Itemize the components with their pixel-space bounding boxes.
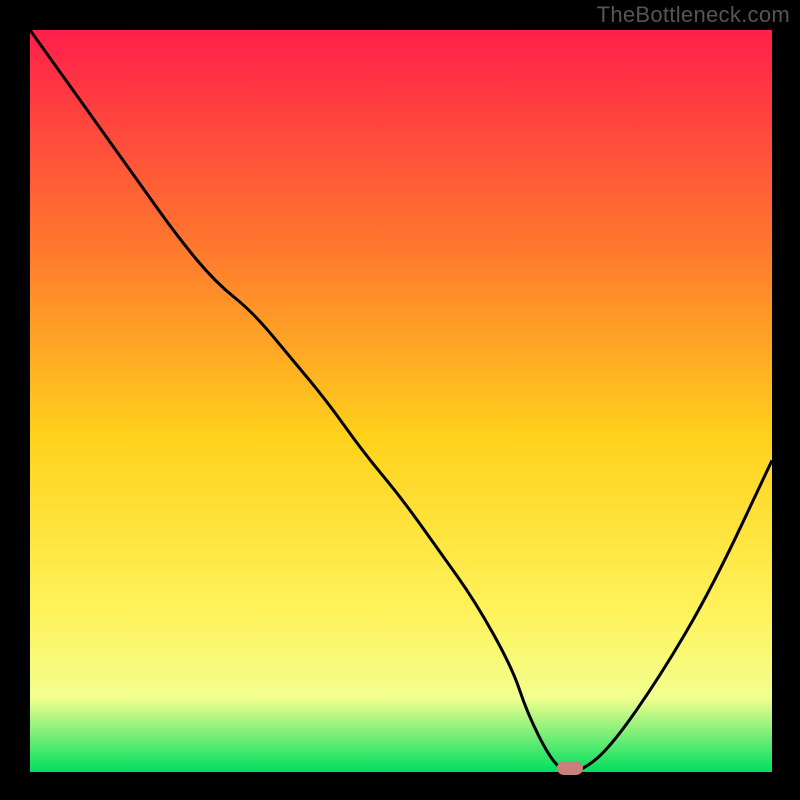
chart-frame: TheBottleneck.com <box>0 0 800 800</box>
bottleneck-marker <box>557 761 583 775</box>
plot-background <box>30 30 772 772</box>
bottleneck-chart <box>0 0 800 800</box>
watermark-text: TheBottleneck.com <box>597 2 790 28</box>
